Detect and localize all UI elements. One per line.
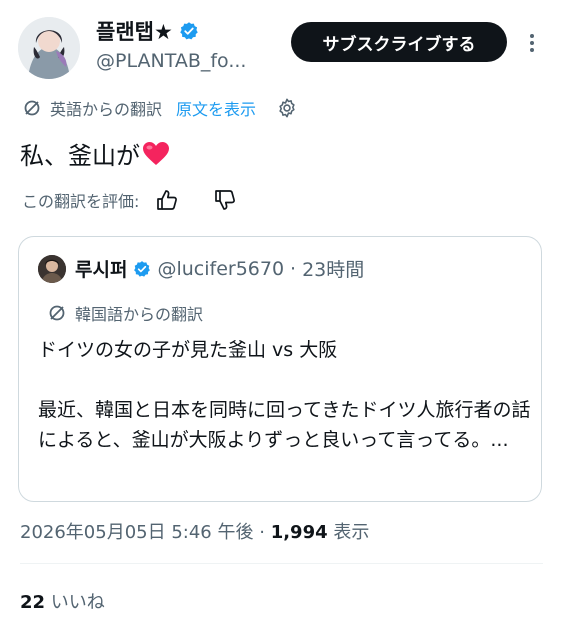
show-original-link[interactable]: 原文を表示 bbox=[176, 96, 256, 120]
thumbs-down-icon[interactable] bbox=[213, 189, 237, 211]
author-handle[interactable]: @PLANTAB_fo... bbox=[96, 50, 246, 72]
author-name[interactable]: 플랜탭★ bbox=[96, 16, 173, 46]
tweet-text-content: 私、釜山が bbox=[20, 142, 140, 170]
settings-icon[interactable] bbox=[276, 97, 298, 119]
quoted-translation-notice: 韓国語からの翻訳 bbox=[47, 301, 203, 325]
quoted-translation-label: 韓国語からの翻訳 bbox=[75, 305, 204, 324]
dot-separator: · bbox=[259, 522, 265, 543]
tweet-meta-row: 2026年05月05日 5:46 午後 · 1,994 表示 bbox=[20, 518, 369, 544]
thumbs-up-icon[interactable] bbox=[155, 189, 179, 211]
verified-badge-icon bbox=[179, 21, 199, 41]
quoted-title: ドイツの女の子が見た釜山 vs 大阪 bbox=[38, 339, 338, 361]
rate-translation-row: この翻訳を評価: bbox=[22, 188, 237, 212]
views-label: 表示 bbox=[333, 522, 370, 543]
likes-row[interactable]: 22 いいね bbox=[20, 588, 105, 614]
quoted-header: 루시퍼 @lucifer5670 · 23時間 bbox=[75, 255, 364, 282]
likes-label: いいね bbox=[50, 592, 105, 613]
subscribe-button[interactable]: サブスクライブする bbox=[291, 22, 507, 62]
quoted-author-handle[interactable]: @lucifer5670 bbox=[157, 258, 284, 280]
translate-icon bbox=[22, 98, 42, 118]
quoted-author-avatar[interactable] bbox=[38, 255, 66, 283]
translation-notice: 英語からの翻訳 原文を表示 bbox=[22, 96, 298, 120]
timestamp[interactable]: 2026年05月05日 5:46 午後 bbox=[20, 522, 253, 543]
translation-label: 英語からの翻訳 bbox=[50, 100, 163, 119]
translate-icon bbox=[47, 303, 67, 323]
dot-separator: · bbox=[290, 257, 297, 280]
verified-badge-icon bbox=[133, 260, 151, 278]
author-avatar[interactable] bbox=[18, 17, 80, 79]
rate-translation-label: この翻訳を評価: bbox=[22, 192, 140, 211]
quoted-body: 最近、韓国と日本を同時に回ってきたドイツ人旅行者の話によると、釜山が大阪よりずっ… bbox=[38, 399, 531, 451]
red-heart-emoji-icon bbox=[142, 141, 170, 167]
quoted-time[interactable]: 23時間 bbox=[302, 255, 364, 282]
quoted-tweet-card[interactable]: 루시퍼 @lucifer5670 · 23時間 韓国語からの翻訳 ドイツの女の子… bbox=[18, 236, 542, 502]
more-options-icon[interactable] bbox=[520, 28, 544, 58]
divider bbox=[20, 563, 543, 564]
views-count: 1,994 bbox=[270, 522, 328, 543]
author-name-row[interactable]: 플랜탭★ bbox=[96, 16, 199, 46]
likes-count: 22 bbox=[20, 592, 46, 613]
quoted-author-name[interactable]: 루시퍼 bbox=[75, 255, 127, 282]
tweet-text: 私、釜山が bbox=[20, 136, 170, 171]
